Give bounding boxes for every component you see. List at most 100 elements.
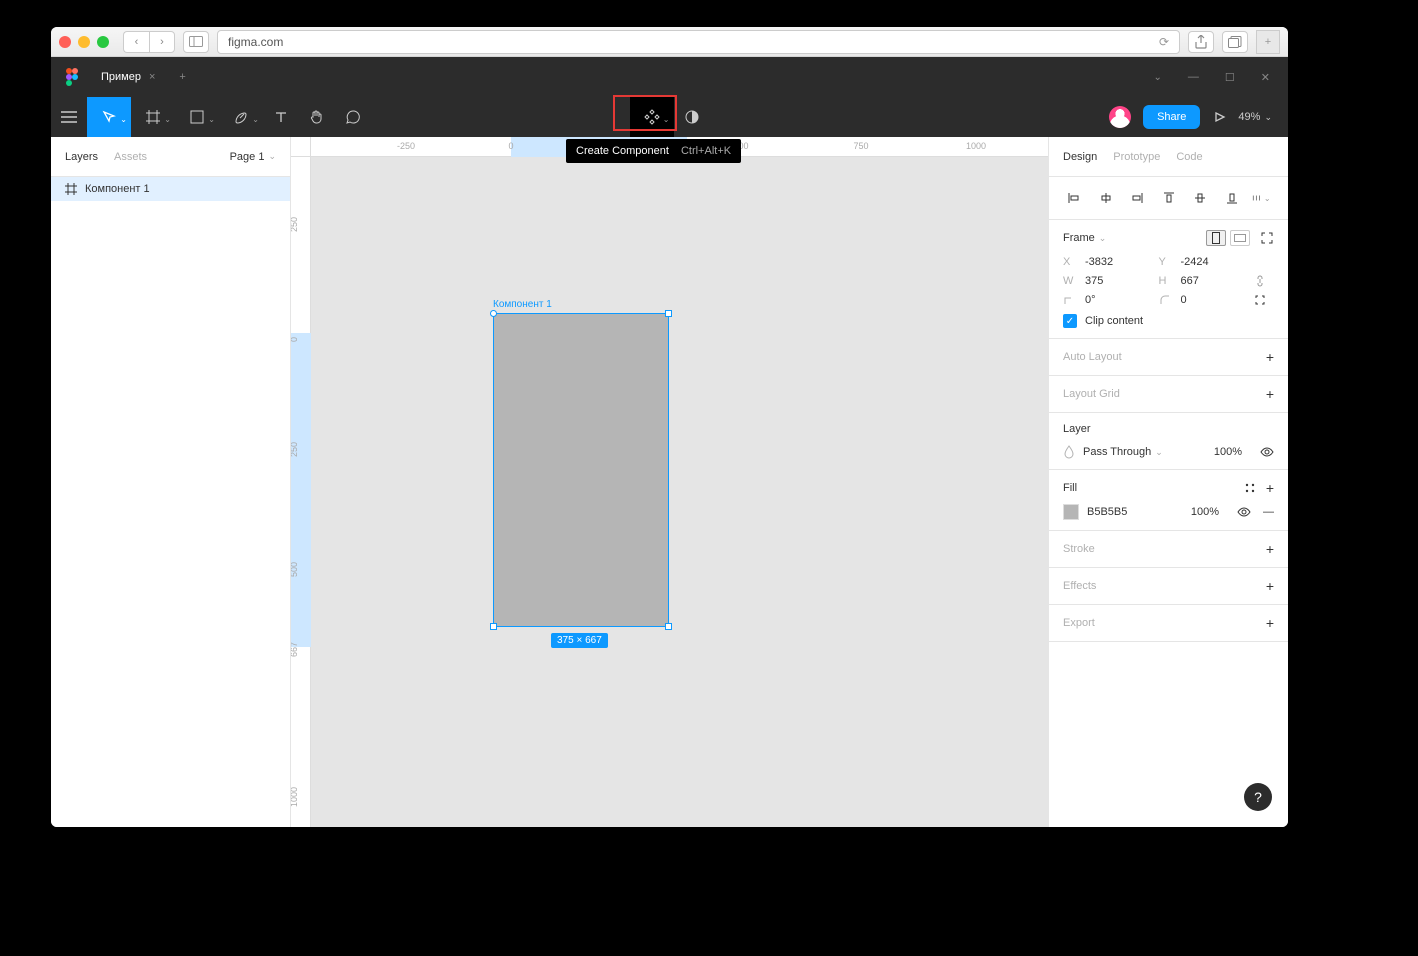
portrait-button[interactable] — [1206, 230, 1226, 246]
y-label: Y — [1159, 256, 1173, 268]
add-tab-button[interactable]: + — [169, 71, 195, 83]
figma-toolbar: ⌄ ⌄ ⌄ ⌄ ⌄ — [51, 97, 1288, 137]
present-button[interactable] — [1212, 110, 1226, 124]
y-input[interactable] — [1181, 256, 1247, 268]
shape-tool-button[interactable]: ⌄ — [175, 97, 219, 137]
constrain-proportions-button[interactable] — [1254, 274, 1274, 288]
tab-prototype[interactable]: Prototype — [1113, 151, 1160, 163]
add-export-button[interactable]: + — [1266, 615, 1274, 631]
canvas[interactable]: -250025050075010001250 25002505006671000… — [291, 137, 1048, 827]
tooltip-shortcut: Ctrl+Alt+K — [681, 145, 731, 157]
chevron-down-icon: ⌄ — [1264, 112, 1272, 123]
share-browser-button[interactable] — [1188, 31, 1214, 53]
resize-handle-tl[interactable] — [490, 310, 497, 317]
rotation-input[interactable] — [1085, 294, 1151, 306]
create-component-tooltip: Create Component Ctrl+Alt+K — [566, 139, 741, 163]
fill-label: Fill — [1063, 482, 1077, 494]
clip-content-checkbox[interactable]: ✓ — [1063, 314, 1077, 328]
tab-code[interactable]: Code — [1176, 151, 1202, 163]
user-avatar[interactable] — [1109, 106, 1131, 128]
fill-hex-input[interactable]: B5B5B5 — [1087, 506, 1127, 518]
close-tab-icon[interactable]: × — [149, 71, 155, 83]
chevron-down-icon: ⌄ — [663, 115, 670, 124]
distribute-button[interactable]: ⌄ — [1252, 187, 1274, 209]
frame-type-dropdown[interactable]: Frame ⌄ — [1063, 232, 1106, 244]
move-tool-button[interactable]: ⌄ — [87, 97, 131, 137]
new-tab-button[interactable]: + — [1256, 30, 1280, 54]
vertical-ruler: 25002505006671000 — [291, 157, 311, 827]
tabs-browser-button[interactable] — [1222, 31, 1248, 53]
chevron-down-icon: ⌄ — [268, 151, 276, 162]
fill-styles-button[interactable] — [1244, 482, 1256, 494]
blend-mode-dropdown[interactable]: Pass Through ⌄ — [1083, 446, 1163, 458]
help-button[interactable]: ? — [1244, 783, 1272, 811]
w-input[interactable] — [1085, 275, 1151, 287]
layer-opacity-input[interactable]: 100% — [1214, 446, 1242, 458]
figma-menu-button[interactable] — [51, 57, 87, 97]
resize-handle-tr[interactable] — [665, 310, 672, 317]
add-grid-button[interactable]: + — [1266, 386, 1274, 402]
visibility-toggle[interactable] — [1260, 447, 1274, 457]
chevron-down-icon: ⌄ — [120, 115, 127, 124]
layer-row[interactable]: Компонент 1 — [51, 177, 290, 201]
tab-title: Пример — [101, 71, 141, 83]
add-autolayout-button[interactable]: + — [1266, 349, 1274, 365]
back-button[interactable]: ‹ — [123, 31, 149, 53]
align-vcenter-button[interactable] — [1189, 187, 1211, 209]
share-button[interactable]: Share — [1143, 105, 1200, 129]
resize-handle-bl[interactable] — [490, 623, 497, 630]
maximize-app-button[interactable]: ☐ — [1225, 71, 1235, 84]
main-menu-button[interactable] — [51, 97, 87, 137]
frame-name-label[interactable]: Компонент 1 — [493, 299, 552, 310]
frame-tool-button[interactable]: ⌄ — [131, 97, 175, 137]
document-tab[interactable]: Пример × — [87, 57, 169, 97]
pen-tool-button[interactable]: ⌄ — [219, 97, 263, 137]
resize-handle-br[interactable] — [665, 623, 672, 630]
create-component-button[interactable]: ⌄ — [630, 97, 674, 137]
fill-opacity-input[interactable]: 100% — [1191, 506, 1219, 518]
tab-design[interactable]: Design — [1063, 151, 1097, 163]
sidebar-toggle-button[interactable] — [183, 31, 209, 53]
align-hcenter-button[interactable] — [1095, 187, 1117, 209]
add-stroke-button[interactable]: + — [1266, 541, 1274, 557]
align-left-button[interactable] — [1063, 187, 1085, 209]
remove-fill-button[interactable]: — — [1263, 506, 1274, 518]
landscape-button[interactable] — [1230, 230, 1250, 246]
close-window-button[interactable] — [59, 36, 71, 48]
close-app-button[interactable]: ✕ — [1261, 71, 1270, 84]
effects-label: Effects — [1063, 580, 1096, 592]
fill-swatch[interactable] — [1063, 504, 1079, 520]
maximize-window-button[interactable] — [97, 36, 109, 48]
h-input[interactable] — [1181, 275, 1247, 287]
forward-button[interactable]: › — [149, 31, 175, 53]
text-tool-button[interactable] — [263, 97, 299, 137]
resize-to-fit-button[interactable] — [1260, 231, 1274, 245]
radius-input[interactable] — [1181, 294, 1247, 306]
layers-panel: Layers Assets Page 1 ⌄ Компонент 1 — [51, 137, 291, 827]
url-bar[interactable]: figma.com ⟳ — [217, 30, 1180, 54]
comment-tool-button[interactable] — [335, 97, 371, 137]
align-right-button[interactable] — [1126, 187, 1148, 209]
page-dropdown[interactable]: Page 1 ⌄ — [230, 151, 276, 163]
chevron-down-icon: ⌄ — [1155, 447, 1163, 458]
independent-corners-button[interactable] — [1254, 294, 1274, 306]
align-bottom-button[interactable] — [1221, 187, 1243, 209]
add-fill-button[interactable]: + — [1266, 480, 1274, 496]
fill-visibility-toggle[interactable] — [1237, 507, 1251, 517]
zoom-dropdown[interactable]: 49% ⌄ — [1238, 111, 1272, 123]
selected-frame[interactable] — [493, 313, 669, 627]
tab-assets[interactable]: Assets — [114, 151, 147, 163]
minimize-window-button[interactable] — [78, 36, 90, 48]
add-effect-button[interactable]: + — [1266, 578, 1274, 594]
minimize-app-button[interactable]: — — [1188, 71, 1199, 83]
radius-icon — [1159, 294, 1173, 306]
mask-tool-button[interactable] — [674, 97, 710, 137]
refresh-icon[interactable]: ⟳ — [1159, 35, 1169, 49]
hand-tool-button[interactable] — [299, 97, 335, 137]
frame-icon — [65, 183, 77, 195]
x-input[interactable] — [1085, 256, 1151, 268]
tab-layers[interactable]: Layers — [65, 151, 98, 163]
chevron-down-icon[interactable]: ⌄ — [1154, 72, 1162, 83]
align-top-button[interactable] — [1158, 187, 1180, 209]
autolayout-label: Auto Layout — [1063, 351, 1122, 363]
